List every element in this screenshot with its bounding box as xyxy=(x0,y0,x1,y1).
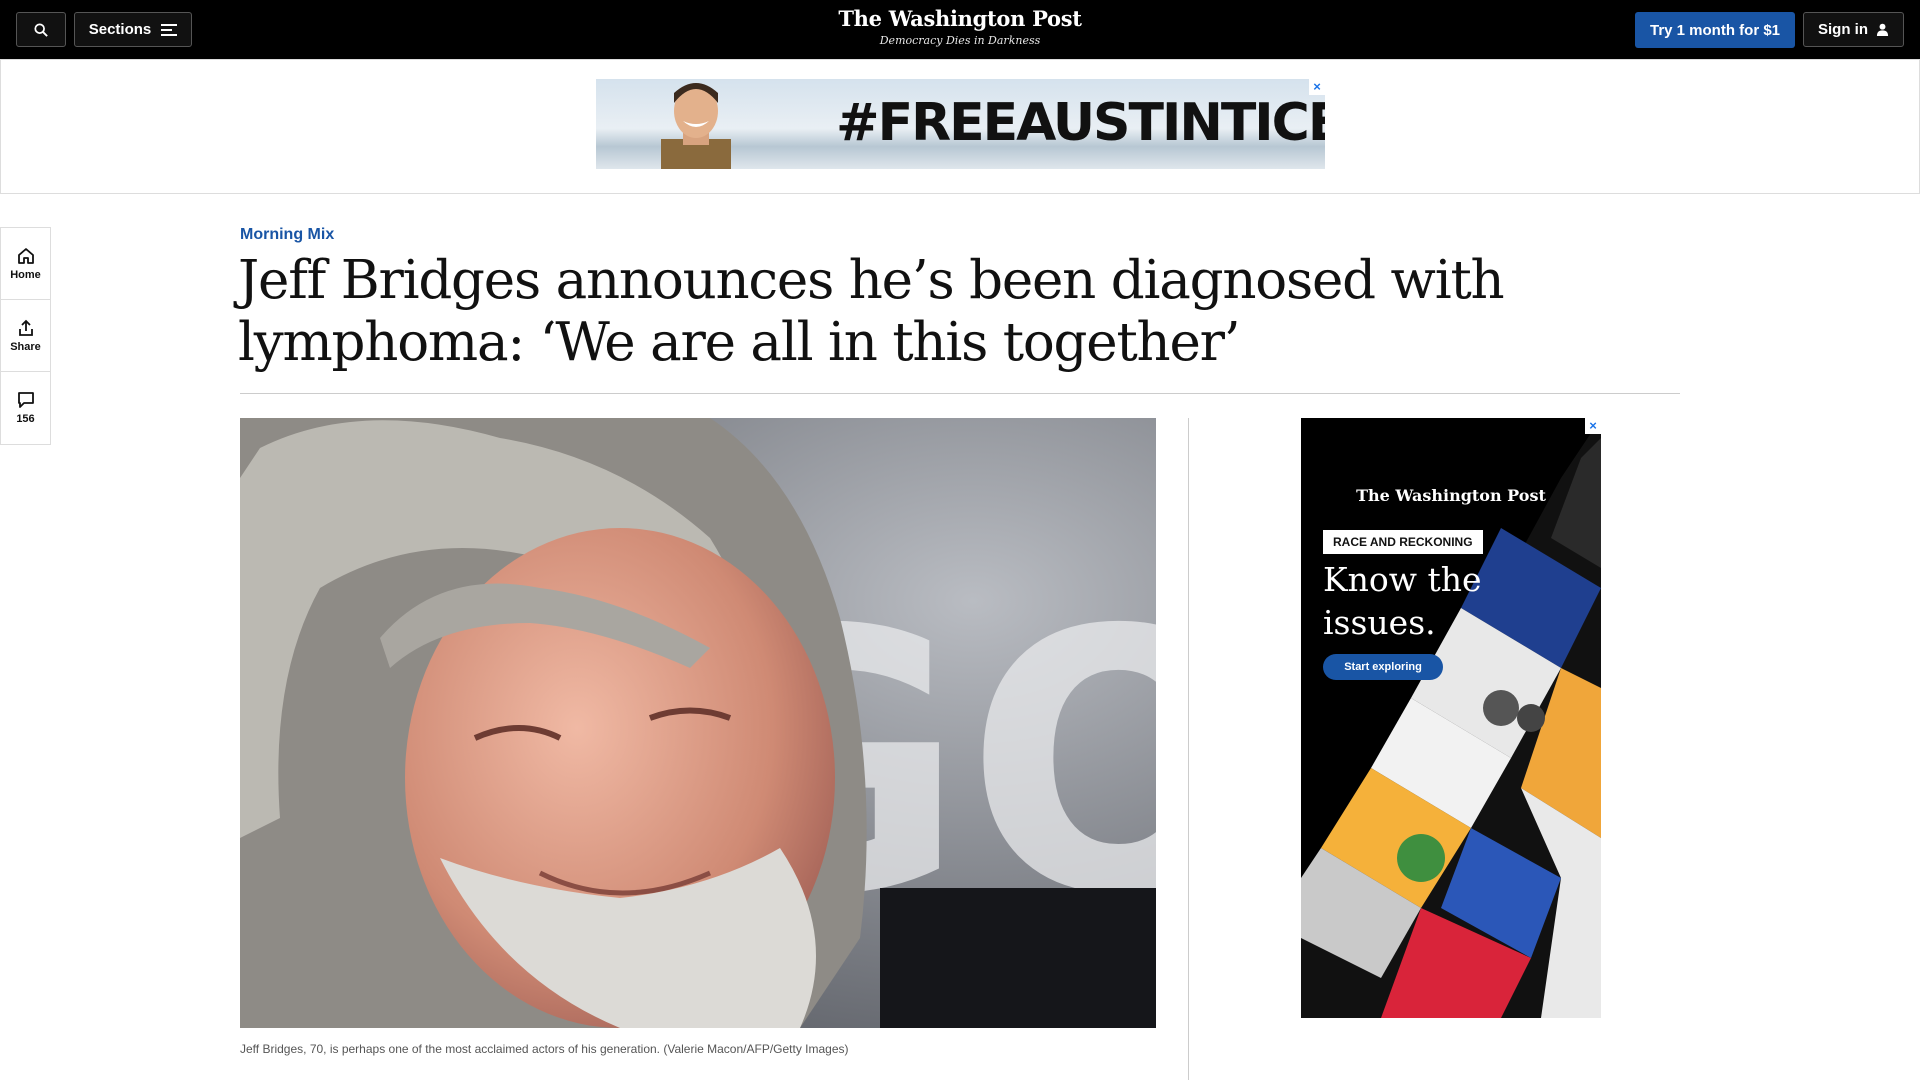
ad-headline: Know the issues. xyxy=(1323,560,1482,642)
share-label: Share xyxy=(10,340,41,353)
article-action-rail: Home Share 156 xyxy=(0,227,51,445)
search-button[interactable] xyxy=(16,12,66,47)
ad-collage-graphic xyxy=(1301,418,1601,1018)
article-kicker-link[interactable]: Morning Mix xyxy=(240,226,334,244)
comments-button[interactable]: 156 xyxy=(1,372,50,444)
home-button[interactable]: Home xyxy=(1,228,50,300)
sections-menu-button[interactable]: Sections xyxy=(74,12,192,47)
top-navigation-bar: Sections The Washington Post Democracy D… xyxy=(0,0,1920,59)
subscribe-trial-button[interactable]: Try 1 month for $1 xyxy=(1635,12,1795,48)
article-headline: Jeff Bridges announces he’s been diagnos… xyxy=(238,250,1505,373)
banner-ad-text: #FREEAUSTINTICE xyxy=(836,93,1325,153)
search-icon xyxy=(34,22,48,37)
home-icon xyxy=(17,247,34,264)
sidebar-ad[interactable]: The Washington Post RACE AND RECKONING K… xyxy=(1301,418,1601,1018)
portrait-illustration: GOLD xyxy=(240,418,1156,1028)
photo-caption: Jeff Bridges, 70, is perhaps one of the … xyxy=(240,1042,849,1056)
sign-in-label: Sign in xyxy=(1818,21,1868,38)
masthead[interactable]: The Washington Post Democracy Dies in Da… xyxy=(760,6,1160,47)
ad-badge: RACE AND RECKONING xyxy=(1323,530,1483,554)
headline-divider xyxy=(240,393,1680,394)
ad-close-button[interactable]: × xyxy=(1309,79,1325,95)
ad-logo: The Washington Post xyxy=(1356,486,1546,505)
side-ad-close-button[interactable]: × xyxy=(1585,418,1601,434)
share-button[interactable]: Share xyxy=(1,300,50,372)
comments-count: 156 xyxy=(16,413,35,425)
banner-ad[interactable]: #FREEAUSTINTICE × xyxy=(596,79,1325,169)
comment-icon xyxy=(17,392,34,408)
sections-label: Sections xyxy=(88,21,152,38)
column-divider xyxy=(1188,418,1189,1080)
site-tagline: Democracy Dies in Darkness xyxy=(879,34,1041,47)
share-icon xyxy=(18,319,33,336)
home-label: Home xyxy=(10,268,41,281)
sign-in-button[interactable]: Sign in xyxy=(1803,12,1904,47)
site-logo: The Washington Post xyxy=(838,6,1082,31)
article-lead-photo[interactable]: GOLD xyxy=(240,418,1156,1028)
banner-ad-zone: #FREEAUSTINTICE × xyxy=(0,59,1920,194)
ad-portrait-image xyxy=(661,83,731,169)
user-icon xyxy=(1876,23,1889,36)
menu-icon xyxy=(161,23,178,36)
start-exploring-button[interactable]: Start exploring xyxy=(1323,654,1443,680)
